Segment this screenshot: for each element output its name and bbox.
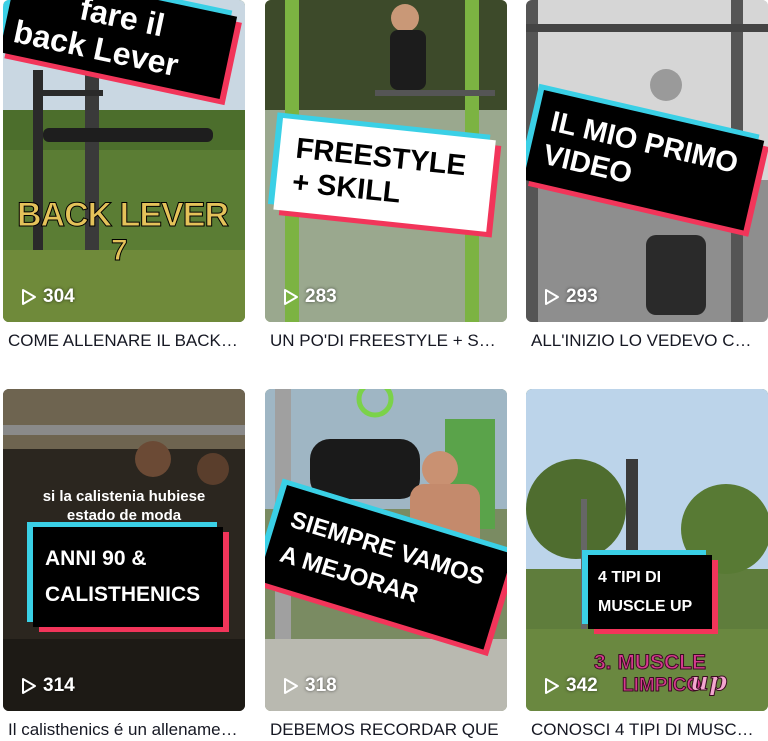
- title-banner: 4 TIPI DI MUSCLE UP: [588, 555, 712, 629]
- play-outline-icon: [284, 289, 298, 305]
- video-caption[interactable]: UN PO'DI FREESTYLE + SKILL: [270, 330, 502, 352]
- banner-line: 4 TIPI DI: [598, 569, 662, 586]
- play-outline-icon: [284, 678, 298, 694]
- view-count-value: 283: [305, 286, 337, 307]
- video-caption[interactable]: ALL'INIZIO LO VEDEVO COME: [531, 330, 763, 352]
- view-count: 314: [21, 675, 75, 697]
- play-outline-icon: [22, 678, 36, 694]
- play-outline-icon: [22, 289, 36, 305]
- play-outline-icon: [545, 289, 559, 305]
- title-banner: ANNI 90 & CALISTHENICS: [33, 527, 223, 627]
- view-count-value: 314: [43, 675, 75, 696]
- video-grid: BACK LEVER 7 fare il back Lever 304 COME…: [3, 0, 768, 741]
- video-thumbnail[interactable]: FREESTYLE + SKILL 283: [265, 0, 507, 322]
- view-count: 293: [544, 286, 598, 308]
- banner-line: ANNI 90 &: [45, 547, 147, 570]
- banner-line: MUSCLE UP: [598, 598, 693, 615]
- view-count-value: 304: [43, 286, 75, 307]
- video-thumbnail[interactable]: 4 TIPI DI MUSCLE UP 3. MUSCLE LIMPICO up…: [526, 389, 768, 711]
- video-thumbnail[interactable]: IL MIO PRIMO VIDEO 293: [526, 0, 768, 322]
- view-count-value: 342: [566, 675, 598, 696]
- view-count: 283: [283, 286, 337, 308]
- view-count-value: 318: [305, 675, 337, 696]
- view-count: 304: [21, 286, 75, 308]
- video-caption[interactable]: Il calisthenics é un allenamento: [8, 719, 240, 741]
- video-thumbnail[interactable]: BACK LEVER 7 fare il back Lever 304: [3, 0, 245, 322]
- video-caption[interactable]: COME ALLENARE IL BACK LEVER: [8, 330, 240, 352]
- back-lever-overlay-number: 7: [111, 234, 129, 268]
- banner-line: CALISTHENICS: [45, 583, 201, 606]
- video-thumbnail[interactable]: si la calistenia hubiese estado de moda …: [3, 389, 245, 711]
- muscle-overlay-script: up: [689, 667, 728, 698]
- video-caption[interactable]: DEBEMOS RECORDAR QUE: [270, 719, 502, 741]
- view-count-value: 293: [566, 286, 598, 307]
- video-thumbnail[interactable]: SIEMPRE VAMOS A MEJORAR 318: [265, 389, 507, 711]
- subtitle-overlay: si la calistenia hubiese estado de moda: [3, 487, 245, 525]
- video-caption[interactable]: CONOSCI 4 TIPI DI MUSCLE UP: [531, 719, 763, 741]
- play-outline-icon: [545, 678, 559, 694]
- view-count: 318: [283, 675, 337, 697]
- back-lever-overlay-title: BACK LEVER: [16, 196, 229, 235]
- subtitle-line: si la calistenia hubiese: [42, 488, 206, 505]
- subtitle-line: estado de moda: [66, 507, 182, 524]
- view-count: 342: [544, 675, 598, 697]
